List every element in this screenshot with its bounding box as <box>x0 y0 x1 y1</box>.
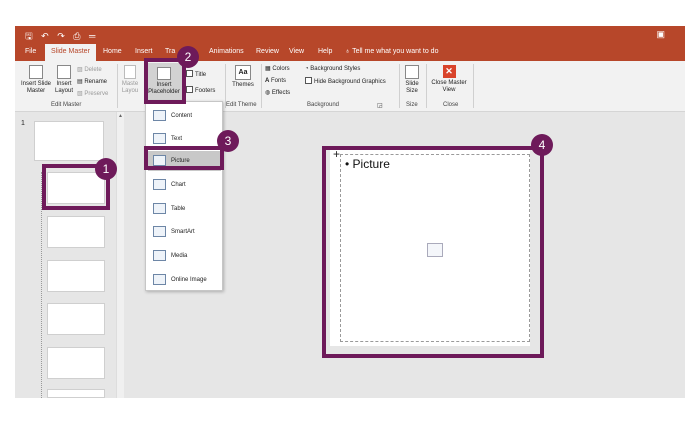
smartart-icon <box>153 226 166 237</box>
themes-icon: Aa <box>235 65 251 80</box>
menu-item-media[interactable]: Media <box>148 246 221 266</box>
table-icon <box>153 203 166 214</box>
close-icon: ✕ <box>442 65 456 78</box>
close-master-view-button[interactable]: ✕ Close Master View <box>429 65 469 94</box>
colors-button[interactable]: ▦ Colors <box>265 65 290 73</box>
themes-button[interactable]: Aa Themes <box>228 65 258 89</box>
slide-thumbnails-pane: 1 <box>15 112 125 398</box>
dialog-launcher-icon[interactable]: ◲ <box>377 102 383 109</box>
tab-home[interactable]: Home <box>103 48 122 55</box>
background-group-label: Background <box>307 102 340 108</box>
master-layout-icon <box>124 65 136 79</box>
close-group-label: Close <box>443 102 459 108</box>
checkbox-icon <box>186 70 193 77</box>
menu-item-table[interactable]: Table <box>148 199 221 219</box>
effects-icon: ◍ <box>265 90 271 96</box>
group-separator <box>261 64 262 108</box>
background-styles-icon: ◔ <box>305 66 309 72</box>
layout-thumbnail[interactable] <box>47 303 105 335</box>
text-icon <box>153 133 166 144</box>
layout-thumbnail[interactable] <box>47 347 105 379</box>
fonts-icon: A <box>265 78 270 84</box>
size-group-label: Size <box>406 102 418 108</box>
menu-item-smartart[interactable]: SmartArt <box>148 222 221 242</box>
edit-theme-group-label: Edit Theme <box>226 102 257 108</box>
title-checkbox[interactable]: Title <box>186 70 206 79</box>
group-separator <box>426 64 427 108</box>
menu-item-online-image[interactable]: Online Image <box>148 270 221 290</box>
slide-number: 1 <box>21 120 25 127</box>
callout-badge-4: 4 <box>531 134 553 156</box>
callout-badge-1: 1 <box>95 158 117 180</box>
tell-me-search[interactable]: ♁ Tell me what you want to do <box>345 48 438 55</box>
edit-master-group-label: Edit Master <box>51 102 82 108</box>
group-separator <box>473 64 474 108</box>
delete-button[interactable]: ▨ Delete <box>77 66 102 74</box>
layout-thumbnail[interactable] <box>47 389 105 398</box>
checkbox-icon <box>186 86 193 93</box>
tab-animations[interactable]: Animations <box>209 48 244 55</box>
tab-slide-master[interactable]: Slide Master <box>45 44 96 61</box>
ribbon-display-options-icon[interactable]: ▣ <box>656 29 665 40</box>
rename-icon: ▤ <box>77 79 83 85</box>
footers-checkbox[interactable]: Footers <box>186 86 215 95</box>
tab-help[interactable]: Help <box>318 48 332 55</box>
title-bar: 🖫 ↶ ↷ ⎙ ═ ▣ <box>15 26 685 44</box>
callout-badge-3: 3 <box>217 130 239 152</box>
quick-access-toolbar[interactable]: 🖫 ↶ ↷ ⎙ ═ <box>25 29 98 45</box>
fonts-button[interactable]: A Fonts <box>265 77 286 85</box>
checkbox-icon <box>305 77 312 84</box>
scroll-up-icon[interactable]: ▲ <box>118 113 123 119</box>
lightbulb-icon: ♁ <box>345 48 351 55</box>
layout-thumbnail[interactable] <box>47 216 105 248</box>
tab-view[interactable]: View <box>289 48 304 55</box>
group-separator <box>117 64 118 108</box>
callout-box-4 <box>322 146 544 358</box>
callout-box-3 <box>144 146 224 170</box>
tab-review[interactable]: Review <box>256 48 279 55</box>
ribbon: Insert Slide Master Insert Layout ▨ Dele… <box>15 61 685 112</box>
ribbon-tabs: File Slide Master Home Insert Tra Animat… <box>15 44 685 61</box>
insert-slide-master-button[interactable]: Insert Slide Master <box>19 65 53 95</box>
slide-master-icon <box>29 65 43 79</box>
tab-transitions[interactable]: Tra <box>165 48 175 55</box>
colors-icon: ▦ <box>265 66 271 72</box>
slide-master-thumbnail[interactable] <box>34 121 104 161</box>
insert-layout-button[interactable]: Insert Layout <box>53 65 75 95</box>
effects-button[interactable]: ◍ Effects <box>265 89 290 97</box>
background-styles-button[interactable]: ◔ Background Styles <box>305 65 360 73</box>
chart-icon <box>153 179 166 190</box>
tab-insert[interactable]: Insert <box>135 48 153 55</box>
thumbnails-scrollbar[interactable]: ▲ <box>116 112 124 398</box>
delete-icon: ▨ <box>77 67 83 73</box>
menu-item-chart[interactable]: Chart <box>148 175 221 195</box>
tab-file[interactable]: File <box>25 48 36 55</box>
rename-button[interactable]: ▤ Rename <box>77 78 107 86</box>
media-icon <box>153 250 166 261</box>
insert-placeholder-menu: Content Text Picture Chart Table SmartAr… <box>145 101 223 291</box>
group-separator <box>399 64 400 108</box>
slide-size-button[interactable]: Slide Size <box>402 65 422 95</box>
hide-background-graphics-checkbox[interactable]: Hide Background Graphics <box>305 77 386 86</box>
master-layout-button[interactable]: Maste Layou <box>121 65 139 95</box>
layout-thumbnail[interactable] <box>47 260 105 292</box>
menu-item-content[interactable]: Content <box>148 106 221 126</box>
preserve-icon: ▧ <box>77 91 83 97</box>
slide-size-icon <box>405 65 419 79</box>
layout-icon <box>57 65 71 79</box>
preserve-button[interactable]: ▧ Preserve <box>77 90 108 98</box>
online-image-icon <box>153 274 166 285</box>
callout-badge-2: 2 <box>177 46 199 68</box>
content-icon <box>153 110 166 121</box>
